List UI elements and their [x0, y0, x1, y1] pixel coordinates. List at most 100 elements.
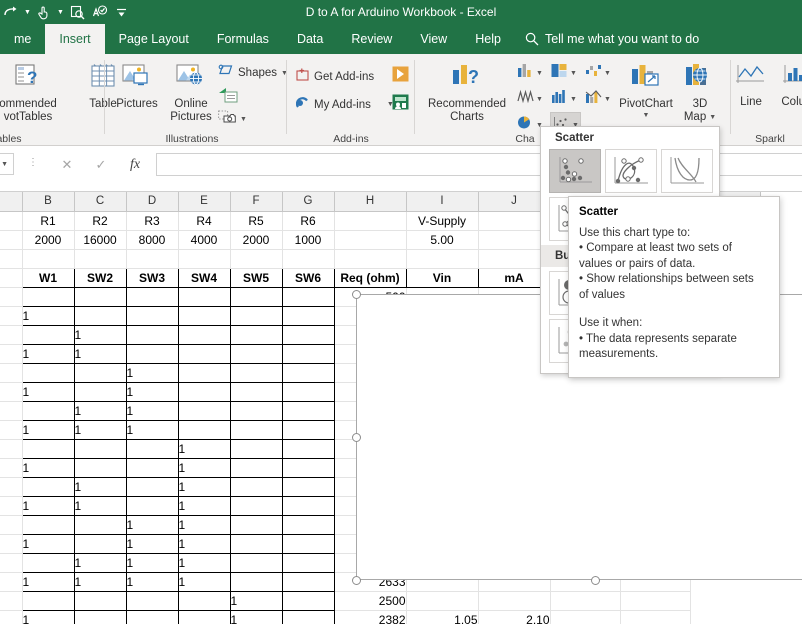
row-gutter-cell[interactable] [0, 382, 22, 401]
smartart-button[interactable] [218, 87, 240, 107]
switch-cell[interactable] [74, 382, 126, 401]
resistor-value-cell[interactable]: 16000 [74, 230, 126, 249]
switch-cell[interactable] [178, 401, 230, 420]
req-ohm-cell[interactable]: 2382 [334, 610, 406, 624]
switch-cell[interactable] [74, 458, 126, 477]
gallery-item-scatter[interactable] [549, 149, 601, 193]
pictures-button[interactable]: Pictures [108, 62, 166, 111]
column-bar-chart-button[interactable]: ▼ [516, 62, 543, 84]
tab-review[interactable]: Review [337, 24, 406, 54]
switch-cell[interactable] [74, 515, 126, 534]
switch-cell[interactable] [74, 534, 126, 553]
switch-cell[interactable] [22, 287, 74, 306]
switch-cell[interactable] [230, 401, 282, 420]
resistor-value-cell[interactable]: 4000 [178, 230, 230, 249]
switch-cell[interactable] [282, 534, 334, 553]
recommended-pivottables-button[interactable]: ? ommended votTables [0, 62, 74, 124]
table-header-cell[interactable]: SW2 [74, 268, 126, 287]
table-header-cell[interactable]: SW6 [282, 268, 334, 287]
switch-cell[interactable] [178, 363, 230, 382]
switch-cell[interactable]: 1 [22, 610, 74, 624]
switch-cell[interactable]: 1 [126, 420, 178, 439]
pivotchart-button[interactable]: PivotChart ▼ [614, 62, 678, 119]
tell-me-search[interactable]: Tell me what you want to do [515, 24, 709, 54]
grid-cell[interactable] [334, 249, 406, 268]
grid-cell[interactable] [406, 249, 478, 268]
chevron-down-icon[interactable]: ▼ [1, 161, 8, 168]
column-header-h[interactable]: H [334, 192, 406, 211]
waterfall-chart-button[interactable]: ▼ [584, 62, 611, 84]
switch-cell[interactable] [126, 458, 178, 477]
resistor-label-cell[interactable]: R5 [230, 211, 282, 230]
row-gutter-cell[interactable] [0, 268, 22, 287]
row-gutter-cell[interactable] [0, 230, 22, 249]
switch-cell[interactable]: 1 [126, 534, 178, 553]
switch-cell[interactable] [126, 306, 178, 325]
row-gutter-cell[interactable] [0, 515, 22, 534]
row-gutter-cell[interactable] [0, 458, 22, 477]
table-header-cell[interactable]: SW4 [178, 268, 230, 287]
switch-cell[interactable] [178, 610, 230, 624]
resistor-value-cell[interactable]: 2000 [230, 230, 282, 249]
row-gutter-cell[interactable] [0, 401, 22, 420]
switch-cell[interactable] [282, 572, 334, 591]
switch-cell[interactable]: 1 [230, 610, 282, 624]
switch-cell[interactable]: 1 [22, 496, 74, 515]
switch-cell[interactable] [178, 344, 230, 363]
switch-cell[interactable]: 1 [178, 572, 230, 591]
switch-cell[interactable] [282, 553, 334, 572]
tab-view[interactable]: View [406, 24, 461, 54]
name-box[interactable]: ▼ [0, 153, 14, 175]
grid-cell[interactable] [0, 249, 22, 268]
switch-cell[interactable] [282, 420, 334, 439]
column-header-f[interactable]: F [230, 192, 282, 211]
switch-cell[interactable] [282, 477, 334, 496]
switch-cell[interactable] [282, 515, 334, 534]
resistor-label-cell[interactable]: R1 [22, 211, 74, 230]
row-gutter-cell[interactable] [0, 572, 22, 591]
chart-resize-handle-middle-left[interactable] [352, 433, 361, 442]
row-gutter-cell[interactable] [0, 363, 22, 382]
switch-cell[interactable] [230, 477, 282, 496]
switch-cell[interactable] [230, 420, 282, 439]
switch-cell[interactable]: 1 [126, 515, 178, 534]
online-pictures-button[interactable]: Online Pictures [164, 62, 218, 124]
pivotchart-dropdown-caret[interactable]: ▼ [643, 112, 650, 119]
hierarchy-chart-dropdown-caret[interactable]: ▼ [570, 70, 577, 77]
sparkline-line-button[interactable]: Line [730, 62, 772, 109]
grid-cell[interactable] [178, 249, 230, 268]
confirm-formula-icon[interactable]: ✓ [84, 153, 118, 176]
switch-cell[interactable] [282, 344, 334, 363]
switch-cell[interactable] [282, 458, 334, 477]
switch-cell[interactable] [230, 572, 282, 591]
switch-cell[interactable]: 1 [22, 382, 74, 401]
switch-cell[interactable]: 1 [74, 496, 126, 515]
chart-resize-handle-bottom-left[interactable] [352, 576, 361, 585]
switch-cell[interactable]: 1 [22, 420, 74, 439]
tab-home[interactable]: me [0, 24, 45, 54]
chart-resize-handle-bottom-center[interactable] [591, 576, 600, 585]
insert-function-icon[interactable]: fx [118, 153, 152, 176]
gallery-item-scatter-smooth-lines-markers[interactable] [605, 149, 657, 193]
switch-cell[interactable]: 1 [22, 534, 74, 553]
switch-cell[interactable] [178, 306, 230, 325]
switch-cell[interactable] [178, 382, 230, 401]
bar-chart-button[interactable]: ▼ [550, 88, 577, 110]
switch-cell[interactable] [126, 591, 178, 610]
column-header-e[interactable]: E [178, 192, 230, 211]
row-gutter-cell[interactable] [0, 534, 22, 553]
switch-cell[interactable]: 1 [74, 553, 126, 572]
row-gutter-cell[interactable] [0, 496, 22, 515]
combo-chart-button[interactable]: ▼ [584, 88, 611, 110]
switch-cell[interactable] [230, 363, 282, 382]
switch-cell[interactable] [178, 420, 230, 439]
row-gutter-cell[interactable] [0, 591, 22, 610]
tab-page-layout[interactable]: Page Layout [105, 24, 203, 54]
row-gutter-cell[interactable] [0, 477, 22, 496]
shapes-button[interactable]: Shapes ▼ [218, 64, 288, 82]
resistor-label-cell[interactable]: R3 [126, 211, 178, 230]
table-header-cell[interactable]: W1 [22, 268, 74, 287]
switch-cell[interactable] [74, 287, 126, 306]
switch-cell[interactable]: 1 [74, 477, 126, 496]
switch-cell[interactable] [126, 496, 178, 515]
